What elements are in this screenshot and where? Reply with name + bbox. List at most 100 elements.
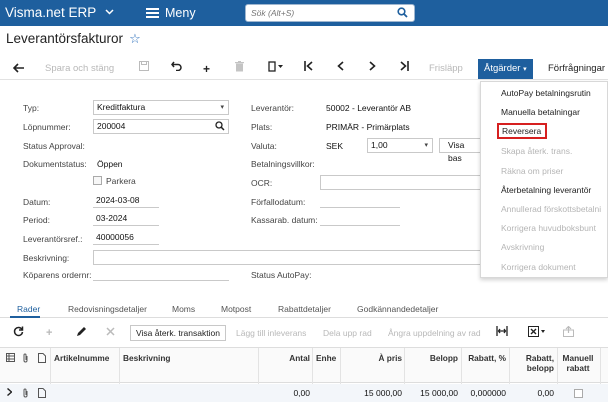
col-beskrivning[interactable]: Beskrivning	[123, 353, 171, 363]
dokumentstatus-label: Dokumentstatus:	[23, 159, 87, 169]
fit-columns-icon[interactable]	[496, 326, 508, 340]
search-box	[245, 4, 415, 22]
star-icon[interactable]: ☆	[129, 31, 141, 46]
back-arrow-icon[interactable]	[12, 61, 25, 77]
release-button[interactable]: Frisläpp	[429, 61, 463, 77]
koparens-ordernr-field[interactable]	[93, 266, 229, 281]
leverantorsref-field[interactable]: 40000056	[93, 230, 159, 245]
inquiries-button[interactable]: Förfrågningar	[548, 61, 605, 77]
main-menu-button[interactable]: Meny	[146, 6, 196, 20]
menu-item-autopay[interactable]: AutoPay betalningsrutin	[501, 88, 591, 98]
actions-button[interactable]: Åtgärder ▾	[478, 59, 533, 79]
save-icon[interactable]	[139, 61, 149, 77]
attachment-icon	[22, 353, 29, 365]
column-divider	[509, 348, 510, 384]
hamburger-icon	[146, 8, 159, 18]
split-row-button[interactable]: Dela upp rad	[323, 326, 372, 340]
show-recurring-button[interactable]: Visa återk. transaktion	[130, 325, 226, 341]
lookup-icon[interactable]	[215, 121, 225, 131]
cell-rabatt-belopp[interactable]: 0,00	[512, 388, 554, 398]
beskrivning-label: Beskrivning:	[23, 253, 70, 263]
typ-value: Kreditfaktura	[97, 102, 146, 112]
delete-row-icon[interactable]	[106, 326, 115, 340]
previous-record-icon[interactable]	[337, 61, 344, 77]
visa-bas-button[interactable]: Visa bas	[439, 138, 481, 163]
plats-value[interactable]: PRIMÄR - Primärplats	[326, 122, 410, 132]
typ-label: Typ:	[23, 103, 40, 113]
menu-item-avskrivning[interactable]: Avskrivning	[501, 242, 544, 252]
menu-item-rakna-om-priser[interactable]: Räkna om priser	[501, 166, 563, 176]
menu-item-skapa-aterk[interactable]: Skapa återk. trans.	[501, 146, 572, 156]
tab-rabattdetaljer[interactable]: Rabattdetaljer	[278, 304, 331, 314]
col-enhet[interactable]: Enhe	[316, 353, 336, 363]
export-excel-icon[interactable]	[528, 326, 546, 341]
chevron-down-icon[interactable]	[105, 7, 114, 18]
add-icon[interactable]: +	[203, 61, 210, 77]
next-record-icon[interactable]	[369, 61, 376, 77]
row-attachment-icon[interactable]	[22, 388, 29, 400]
tab-godkannandedetaljer[interactable]: Godkännandedetaljer	[357, 304, 438, 314]
leverantor-value[interactable]: 50002 - Leverantör AB	[326, 103, 411, 113]
row-note-icon[interactable]	[38, 388, 46, 400]
save-close-button[interactable]: Spara och stäng	[45, 61, 114, 77]
typ-select[interactable]: Kreditfaktura ▾	[93, 100, 229, 115]
copy-paste-icon[interactable]	[268, 61, 284, 77]
grid-settings-icon[interactable]	[6, 353, 15, 364]
table-row[interactable]: 0,00 15 000,00 15 000,00 0,000000 0,00	[0, 384, 608, 402]
period-field[interactable]: 03-2024	[93, 211, 159, 226]
col-artikelnummer[interactable]: Artikelnumme	[54, 353, 109, 363]
column-divider	[258, 348, 259, 384]
refresh-icon[interactable]	[13, 326, 24, 341]
col-rabatt-pct[interactable]: Rabatt, %	[464, 353, 506, 363]
col-manuell-rabatt[interactable]: Manuell rabatt	[560, 353, 596, 373]
tab-moms[interactable]: Moms	[172, 304, 195, 314]
tab-motpost[interactable]: Motpost	[221, 304, 251, 314]
main-toolbar: Spara och stäng + Frisläpp Åtgärder ▾ Fö…	[0, 58, 608, 80]
upload-icon[interactable]	[563, 325, 574, 341]
add-row-icon[interactable]: +	[46, 326, 52, 340]
column-divider	[50, 348, 51, 384]
menu-item-korrigera-huvudbok[interactable]: Korrigera huvudboksbunt	[501, 223, 596, 233]
col-a-pris[interactable]: À pris	[344, 353, 402, 363]
brand-name[interactable]: Visma.net ERP	[5, 5, 96, 20]
cell-antal[interactable]: 0,00	[270, 388, 310, 398]
cell-rabatt-pct[interactable]: 0,000000	[462, 388, 506, 398]
undo-split-button[interactable]: Ångra uppdelning av rad	[388, 326, 481, 340]
col-belopp[interactable]: Belopp	[406, 353, 458, 363]
last-record-icon[interactable]	[400, 61, 409, 77]
first-record-icon[interactable]	[304, 61, 313, 77]
detail-tabs: Rader Redovisningsdetaljer Moms Motpost …	[0, 300, 608, 318]
datum-field[interactable]: 2024-03-08	[93, 193, 159, 208]
col-rabatt-belopp[interactable]: Rabatt, belopp	[512, 353, 554, 373]
ocr-field[interactable]	[320, 175, 482, 190]
cell-a-pris[interactable]: 15 000,00	[344, 388, 402, 398]
menu-item-aterbetalning[interactable]: Återbetalning leverantör	[501, 185, 591, 195]
forfallodatum-field[interactable]	[320, 193, 400, 208]
note-icon	[38, 353, 46, 365]
undo-icon[interactable]	[171, 61, 182, 77]
valuta-rate-select[interactable]: 1,00 ▾	[367, 138, 433, 153]
beskrivning-field[interactable]	[93, 250, 493, 265]
parkera-checkbox[interactable]	[93, 176, 102, 185]
delete-icon[interactable]	[235, 61, 244, 77]
valuta-code[interactable]: SEK	[326, 141, 343, 151]
menu-item-reversera[interactable]: Reversera	[497, 123, 548, 139]
search-icon[interactable]	[397, 7, 408, 18]
dokumentstatus-value: Öppen	[97, 159, 123, 169]
menu-item-korrigera-dokument[interactable]: Korrigera dokument	[501, 262, 576, 272]
cell-manuell-rabatt-checkbox[interactable]	[574, 389, 583, 398]
col-antal[interactable]: Antal	[280, 353, 310, 363]
tab-rader[interactable]: Rader	[17, 304, 40, 314]
edit-pencil-icon[interactable]	[76, 326, 87, 341]
top-bar: Visma.net ERP Meny	[0, 0, 608, 26]
menu-item-annullerad[interactable]: Annullerad förskottsbetalni	[501, 204, 601, 214]
add-to-receipt-button[interactable]: Lägg till inleverans	[236, 326, 306, 340]
tab-redovisningsdetaljer[interactable]: Redovisningsdetaljer	[68, 304, 147, 314]
menu-item-manuella-betalningar[interactable]: Manuella betalningar	[501, 107, 580, 117]
search-input[interactable]	[251, 5, 391, 21]
menu-label: Meny	[165, 6, 196, 20]
cell-belopp[interactable]: 15 000,00	[404, 388, 458, 398]
lopnummer-field[interactable]: 200004	[93, 119, 229, 134]
kassarab-datum-field[interactable]	[320, 211, 400, 226]
grid-toolbar: + Visa återk. transaktion Lägg till inle…	[0, 323, 608, 343]
